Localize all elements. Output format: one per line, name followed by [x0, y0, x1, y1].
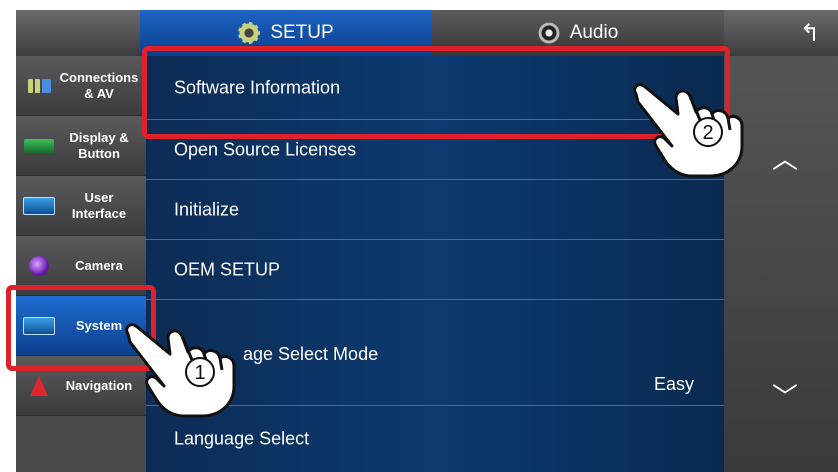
pointing-hand-icon: 2	[630, 76, 754, 180]
connections-icon	[22, 77, 56, 95]
sidebar-item-connections-av[interactable]: Connections & AV	[16, 56, 146, 116]
menu-item-initialize[interactable]: Initialize	[146, 180, 724, 240]
back-arrow-icon: ↰	[799, 19, 820, 47]
navigation-icon	[22, 375, 56, 396]
menu-item-label: Open Source Licenses	[174, 139, 357, 159]
chevron-down-icon: ﹀	[772, 382, 799, 412]
menu-item-label: OEM SETUP	[174, 259, 281, 279]
tab-setup-label: SETUP	[270, 22, 334, 43]
sidebar-item-display-button[interactable]: Display & Button	[16, 116, 146, 176]
menu-item-label: Language Select	[174, 428, 310, 449]
speaker-icon	[537, 22, 560, 44]
gear-icon	[238, 22, 261, 44]
chevron-up-icon: ︿	[772, 144, 799, 174]
pointing-hand-icon: 1	[122, 316, 248, 420]
menu-item-label: Initialize	[174, 199, 240, 219]
camera-icon	[22, 255, 56, 276]
menu-item-label: age Select Mode	[243, 344, 379, 364]
step-2-label: 2	[702, 122, 713, 144]
sidebar-item-label: User Interface	[71, 189, 127, 221]
sidebar-item-user-interface[interactable]: User Interface	[16, 176, 146, 236]
step-1-label: 1	[194, 362, 205, 384]
scroll-up-button[interactable]: ︿	[772, 146, 798, 172]
tab-audio-label: Audio	[569, 22, 619, 43]
sidebar-item-label: Camera	[75, 257, 123, 273]
scroll-down-button[interactable]: ﹀	[772, 384, 798, 410]
sidebar-item-label: Display & Button	[69, 129, 129, 161]
sidebar-item-label: Connections & AV	[59, 69, 139, 101]
menu-item-value: Easy	[653, 374, 694, 394]
user-interface-icon	[22, 196, 56, 215]
back-button[interactable]: ↰	[724, 10, 838, 56]
menu-item-oem-setup[interactable]: OEM SETUP	[146, 240, 724, 300]
display-icon	[22, 137, 56, 155]
